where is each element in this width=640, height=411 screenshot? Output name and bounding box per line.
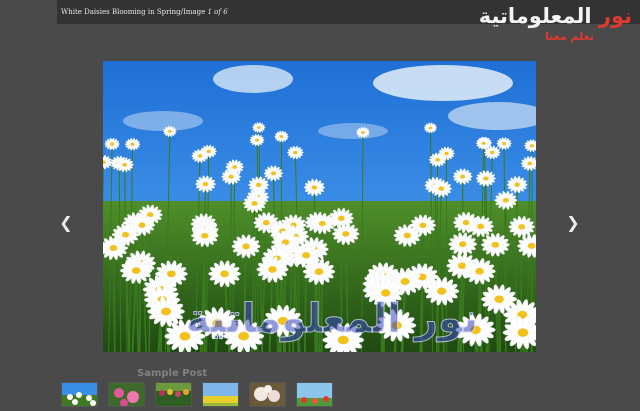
thumbnail-tulips[interactable] [155, 382, 192, 407]
main-image[interactable] [103, 61, 536, 352]
image-title: White Daisies Blooming in Spring [61, 8, 181, 16]
logo-text: نور المعلوماتية [478, 4, 632, 28]
daisy-photo [103, 61, 536, 352]
chevron-right-icon: ❯ [566, 213, 580, 232]
image-counter: /Image 1 of 6 [180, 8, 228, 16]
logo-tagline: تعلم معنا [545, 30, 594, 43]
next-image-button[interactable]: ❯ [563, 209, 583, 237]
thumbnail-blossoms[interactable] [249, 382, 286, 407]
prev-image-button[interactable]: ❮ [56, 209, 76, 237]
post-title[interactable]: Sample Post [137, 368, 207, 379]
thumbnail-poppies[interactable] [296, 382, 333, 407]
chevron-left-icon: ❮ [59, 213, 73, 232]
current-index: 1 [207, 8, 212, 16]
image-caption: White Daisies Blooming in Spring/Image 1… [61, 8, 228, 16]
site-logo[interactable]: نور المعلوماتية تعلم معنا [462, 4, 632, 54]
thumbnail-yellow-field[interactable] [202, 382, 239, 407]
thumbnail-pink-flowers[interactable] [108, 382, 145, 407]
total-count: 6 [223, 8, 228, 16]
thumbnail-daisies[interactable] [61, 382, 98, 407]
